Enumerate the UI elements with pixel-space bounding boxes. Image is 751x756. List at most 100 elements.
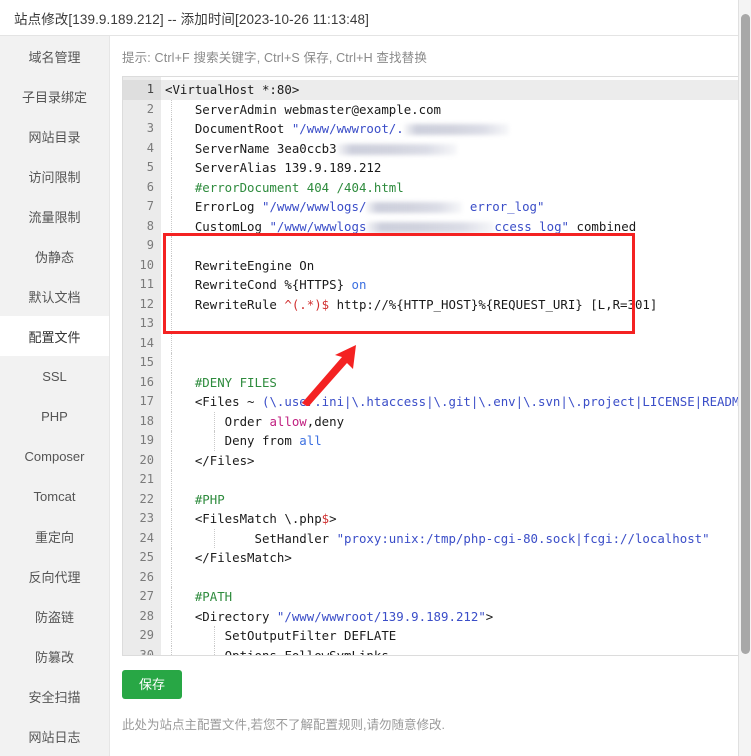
sidebar-item-label: Composer [24,448,85,464]
line-number: 12 [139,296,154,311]
code-line[interactable]: ServerName 3ea0ccb3 [161,138,751,159]
line-number: 17 [139,394,154,408]
code-line[interactable]: #PHP [161,489,751,510]
sidebar-item-5[interactable]: 伪静态 [0,236,109,276]
code-line[interactable] [161,333,751,354]
code-line[interactable] [161,567,751,588]
code-line[interactable] [161,353,751,373]
sidebar-item-12[interactable]: 重定向 [0,516,109,556]
code-line[interactable]: <Directory "/www/wwwroot/139.9.189.212"> [161,606,751,627]
code-line[interactable]: Options FollowSymLinks [161,645,751,655]
code-line[interactable]: </FilesMatch> [161,548,751,568]
line-number: 26 [139,569,154,584]
line-number: 18 [139,413,154,428]
code-line[interactable]: <Files ~ (\.user.ini|\.htaccess|\.git|\.… [161,392,751,412]
editor-hint: 提示: Ctrl+F 搜索关键字, Ctrl+S 保存, Ctrl+H 查找替换 [122,51,427,65]
line-number: 15 [139,355,154,369]
line-number: 3 [146,121,154,135]
code-line[interactable]: Order allow,deny [161,411,751,432]
code-line[interactable]: RewriteRule ^(.*)$ http://%{HTTP_HOST}%{… [161,294,751,315]
sidebar-item-label: Tomcat [33,488,76,504]
editor-line-numbers: 1 2 3 4 5 6 7 8 9 10 11 12 13 14 15 16 17 18 19 20 21 22 23 24 2… [123,77,161,655]
line-number: 20 [139,452,154,467]
sidebar-item-3[interactable]: 访问限制 [0,156,109,196]
editor-code-area[interactable]: <VirtualHost *:80> ServerAdmin webmaster… [161,77,751,655]
code-line[interactable]: #PATH [161,587,751,607]
page-scrollbar[interactable] [738,0,751,756]
sidebar-item-2[interactable]: 网站目录 [0,116,109,156]
sidebar-item-label: 网站日志 [28,729,81,745]
sidebar-item-15[interactable]: 防篡改 [0,636,109,676]
line-number: 5 [146,160,154,174]
line-number: 28 [139,608,154,623]
sidebar-item-13[interactable]: 反向代理 [0,556,109,596]
line-number: 19 [139,433,154,447]
sidebar-item-0[interactable]: 域名管理 [0,36,109,76]
code-line[interactable]: RewriteCond %{HTTPS} on [161,275,751,295]
sidebar-item-9[interactable]: PHP [0,396,109,436]
code-line[interactable]: ServerAdmin webmaster@example.com [161,99,751,120]
sidebar-item-label: 默认文档 [28,289,81,305]
code-line[interactable]: #errorDocument 404 /404.html [161,177,751,198]
line-number: 7 [146,199,154,213]
sidebar-item-label: 访问限制 [28,169,81,185]
sidebar-item-4[interactable]: 流量限制 [0,196,109,236]
app-shell: 域名管理 子目录绑定网站目录访问限制流量限制伪静态默认文档配置文件 SSL PHP Co… [0,36,751,756]
code-line[interactable] [161,470,751,490]
config-editor[interactable]: 1 2 3 4 5 6 7 8 9 10 11 12 13 14 15 16 17 18 19 20 21 22 23 24 2… [122,76,751,656]
line-number: 23 [139,511,154,525]
sidebar-item-label: 配置文件 [28,329,81,345]
code-line[interactable]: Deny from all [161,431,751,451]
sidebar-item-17[interactable]: 网站日志 [0,716,109,756]
code-line[interactable]: ServerAlias 139.9.189.212 [161,158,751,178]
editor-footer: 保存 此处为站点主配置文件,若您不了解配置规则,请勿随意修改. [122,656,751,733]
code-line[interactable]: ErrorLog "/www/wwwlogs/ error_log" [161,197,751,217]
sidebar-item-label: 重定向 [34,529,74,545]
line-number: 10 [139,257,154,272]
line-number: 25 [139,550,154,564]
line-number: 1 [123,80,161,100]
line-number: 29 [139,628,154,642]
sidebar-item-label: 防盗链 [34,609,74,625]
sidebar-item-6[interactable]: 默认文档 [0,276,109,316]
line-number: 21 [139,472,154,486]
line-number: 16 [139,374,154,389]
code-line[interactable] [161,314,751,334]
line-number: 9 [146,238,154,252]
line-number: 27 [139,589,154,603]
sidebar-item-label: PHP [41,408,68,424]
code-line[interactable]: RewriteEngine On [161,255,751,276]
sidebar-item-10[interactable]: Composer [0,436,109,476]
sidebar-item-16[interactable]: 安全扫描 [0,676,109,716]
sidebar-item-label: SSL [42,368,67,384]
sidebar-item-label: 安全扫描 [28,689,81,705]
code-line[interactable]: <VirtualHost *:80> [161,80,751,100]
sidebar-item-label: 网站目录 [28,129,81,145]
code-line[interactable]: CustomLog "/www/wwwlogs ccess_log" combin… [161,216,751,237]
code-line[interactable]: </Files> [161,450,751,471]
sidebar-item-1[interactable]: 子目录绑定 [0,76,109,116]
sidebar-item-label: 流量限制 [28,209,81,225]
code-line[interactable]: SetOutputFilter DEFLATE [161,626,751,646]
window-title-bar: 站点修改[139.9.189.212] -- 添加时间[2023-10-26 1… [0,0,751,36]
sidebar-item-7[interactable]: 配置文件 [0,316,109,356]
sidebar: 域名管理 子目录绑定网站目录访问限制流量限制伪静态默认文档配置文件 SSL PHP Co… [0,36,110,756]
sidebar-item-label: 伪静态 [34,249,74,265]
sidebar-item-label: 防篡改 [34,649,74,665]
page-title: 站点修改[139.9.189.212] -- 添加时间[2023-10-26 1… [14,11,369,27]
line-number: 8 [146,218,154,233]
code-line[interactable]: DocumentRoot "/www/wwwroot/. [161,119,751,139]
code-line[interactable]: SetHandler "proxy:unix:/tmp/php-cgi-80.s… [161,528,751,549]
code-line[interactable] [161,236,751,256]
line-number: 13 [139,316,154,330]
sidebar-item-11[interactable]: Tomcat [0,476,109,516]
sidebar-item-14[interactable]: 防盗链 [0,596,109,636]
line-number: 11 [139,277,154,291]
line-number: 22 [139,491,154,506]
page-scrollbar-thumb[interactable] [741,14,750,654]
sidebar-item-8[interactable]: SSL [0,356,109,396]
save-button[interactable]: 保存 [122,670,183,699]
line-number: 14 [139,335,154,350]
code-line[interactable]: <FilesMatch \.php$> [161,509,751,529]
code-line[interactable]: #DENY FILES [161,372,751,393]
